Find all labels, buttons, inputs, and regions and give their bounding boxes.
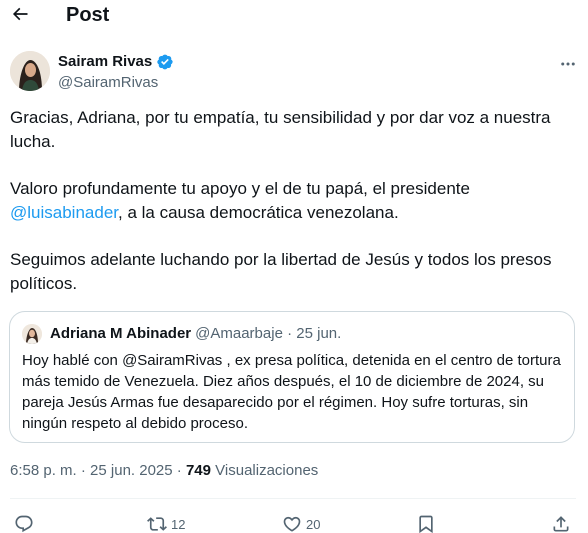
more-options-icon[interactable] — [556, 54, 580, 74]
like-count: 20 — [306, 516, 321, 532]
action-bar: 12 20 — [0, 506, 588, 533]
repost-button[interactable]: 12 — [147, 506, 185, 533]
quoted-author-name[interactable]: Adriana M Abinader — [50, 324, 191, 344]
top-bar: Post — [0, 0, 588, 32]
author-name-text[interactable]: Sairam Rivas — [58, 52, 152, 71]
post-paragraph: Gracias, Adriana, por tu empatía, tu sen… — [10, 108, 551, 151]
quoted-author-handle[interactable]: @Amaarbaje — [195, 324, 283, 344]
repost-count: 12 — [171, 516, 186, 532]
bookmark-icon — [419, 515, 433, 533]
post-paragraph: Valoro profundamente tu apoyo y el de tu… — [10, 177, 576, 225]
share-icon — [553, 516, 569, 532]
post-time[interactable]: 6:58 p. m. — [10, 462, 77, 479]
quoted-post-text: Hoy hablé con @SairamRivas , ex presa po… — [22, 352, 561, 432]
mention-link[interactable]: @luisabinader — [10, 203, 118, 222]
post-text-segment: , a la causa democrática venezolana. — [118, 203, 399, 222]
page-title: Post — [66, 4, 110, 26]
post-meta: 6:58 p. m. · 25 jun. 2025 · 749 Visualiz… — [10, 461, 318, 481]
repost-icon — [147, 517, 167, 531]
views-label: Visualizaciones — [211, 462, 319, 479]
reply-icon — [15, 515, 33, 533]
post-author: Sairam Rivas @SairamRivas — [10, 50, 580, 92]
views-count: 749 — [185, 462, 211, 479]
heart-icon — [283, 516, 301, 532]
quoted-post-date[interactable]: 25 jun. — [296, 324, 341, 344]
author-name[interactable]: Sairam Rivas — [58, 52, 174, 71]
bookmark-button[interactable] — [416, 506, 436, 533]
quoted-post[interactable]: Adriana M Abinader @Amaarbaje · 25 jun. … — [9, 311, 575, 443]
like-button[interactable]: 20 — [282, 506, 320, 533]
separator-dot: · — [76, 462, 91, 479]
divider — [10, 498, 576, 499]
back-arrow-icon[interactable] — [8, 2, 32, 26]
separator-dot: · — [282, 325, 297, 342]
post-text: Gracias, Adriana, por tu empatía, tu sen… — [10, 106, 576, 319]
post-date[interactable]: 25 jun. 2025 — [90, 462, 173, 479]
separator-dot: · — [172, 462, 186, 479]
avatar[interactable] — [10, 51, 50, 91]
quoted-avatar[interactable] — [22, 324, 42, 344]
verified-badge-icon — [157, 54, 173, 69]
share-button[interactable] — [551, 506, 571, 533]
post-paragraph: Seguimos adelante luchando por la libert… — [10, 250, 552, 293]
author-handle[interactable]: @SairamRivas — [58, 73, 158, 92]
quoted-post-header: Adriana M Abinader @Amaarbaje · 25 jun. — [22, 324, 341, 344]
post-text-segment: Valoro profundamente tu apoyo y el de tu… — [10, 179, 470, 198]
reply-button[interactable] — [14, 506, 34, 533]
